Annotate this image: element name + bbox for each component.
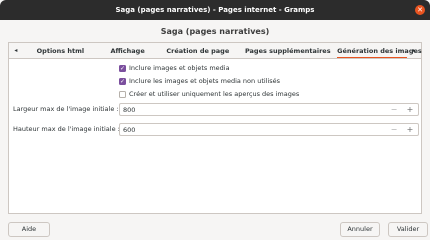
- minus-icon[interactable]: −: [386, 124, 402, 135]
- plus-icon[interactable]: +: [402, 124, 418, 135]
- tab-creation-de-page[interactable]: Création de page: [157, 43, 238, 59]
- images-panel: ✓ Inclure images et objets media ✓ Inclu…: [8, 58, 422, 214]
- tab-bar: ◂ Options html Affichage Création de pag…: [8, 42, 422, 59]
- tab-options-html[interactable]: Options html: [23, 43, 98, 59]
- window-title: Saga (pages narratives) - Pages internet…: [115, 6, 315, 14]
- plus-icon[interactable]: +: [402, 104, 418, 115]
- max-width-spinner[interactable]: 800 − +: [119, 103, 419, 116]
- close-icon[interactable]: ✕: [415, 5, 425, 15]
- tab-generation-des-images[interactable]: Génération des images: [337, 43, 422, 59]
- tab-scroll-left-icon[interactable]: ◂: [9, 47, 23, 54]
- title-bar: Saga (pages narratives) - Pages internet…: [0, 0, 430, 20]
- checkbox-label: Inclure les images et objets media non u…: [129, 77, 281, 85]
- max-height-value[interactable]: 600: [120, 126, 386, 134]
- tab-pages-supplementaires[interactable]: Pages supplémentaires: [238, 43, 337, 59]
- max-width-label: Largeur max de l'image initiale :: [13, 105, 119, 113]
- ok-button[interactable]: Valider: [388, 222, 428, 237]
- checkbox-label: Inclure images et objets media: [129, 64, 230, 72]
- tab-affichage[interactable]: Affichage: [98, 43, 157, 59]
- checkbox-checked-icon[interactable]: ✓: [119, 77, 126, 85]
- checkbox-label: Créer et utiliser uniquement les aperçus…: [129, 90, 300, 98]
- tab-scroll-right-icon[interactable]: ▸: [407, 47, 421, 54]
- checkbox-thumbnails-only[interactable]: Créer et utiliser uniquement les aperçus…: [119, 90, 299, 98]
- checkbox-checked-icon[interactable]: ✓: [119, 64, 126, 72]
- max-height-label: Hauteur max de l'image initiale :: [13, 125, 120, 133]
- checkbox-unchecked-icon[interactable]: [119, 90, 126, 98]
- dialog-heading: Saga (pages narratives): [160, 26, 270, 36]
- checkbox-include-unused-media[interactable]: ✓ Inclure les images et objets media non…: [119, 77, 280, 85]
- checkbox-include-media[interactable]: ✓ Inclure images et objets media: [119, 64, 230, 72]
- help-button[interactable]: Aide: [8, 222, 50, 237]
- dialog-window: Saga (pages narratives) - Pages internet…: [0, 0, 430, 240]
- max-height-spinner[interactable]: 600 − +: [119, 123, 419, 136]
- max-width-value[interactable]: 800: [120, 106, 386, 114]
- minus-icon[interactable]: −: [386, 104, 402, 115]
- cancel-button[interactable]: Annuler: [340, 222, 380, 237]
